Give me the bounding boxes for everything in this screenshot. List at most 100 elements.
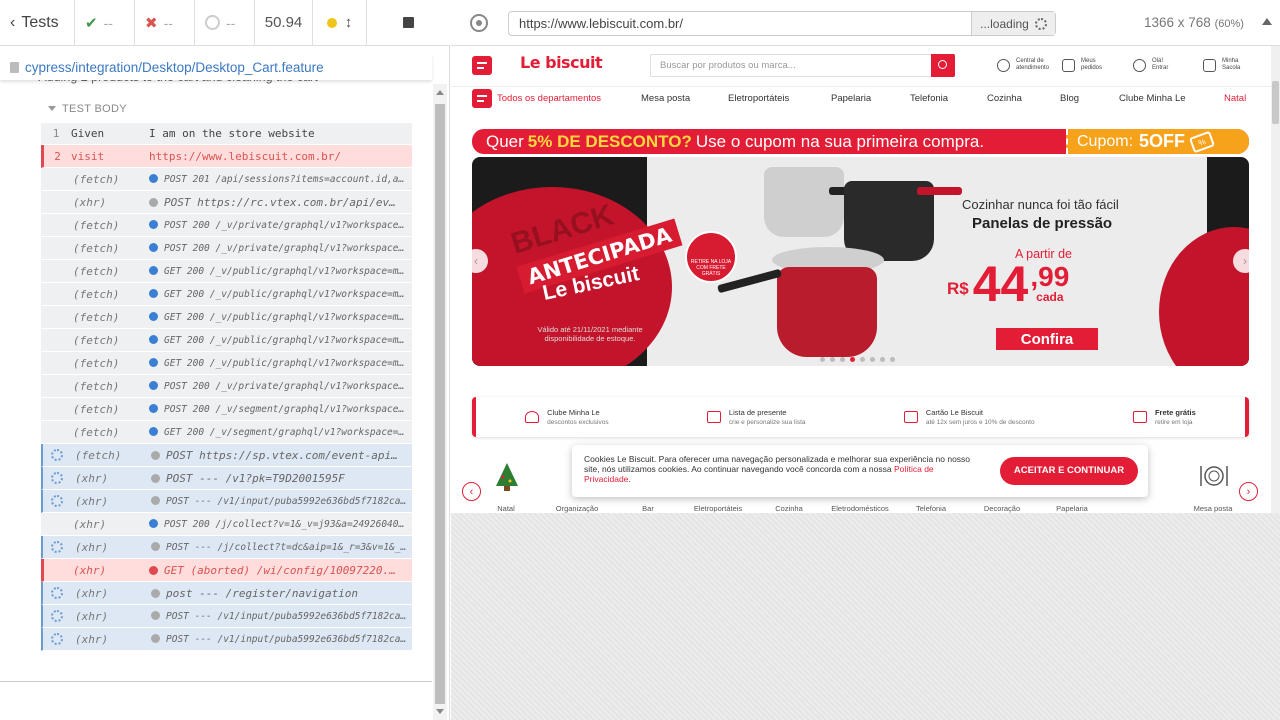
- resize-arrows-icon[interactable]: ↕: [345, 14, 353, 31]
- status-dot-icon: [149, 197, 158, 207]
- command-row[interactable]: 1 Given I am on the store website: [41, 123, 412, 145]
- dining-icon[interactable]: [1199, 462, 1228, 490]
- departments-menu-icon[interactable]: [472, 89, 492, 108]
- category-natal[interactable]: Natal: [476, 504, 536, 513]
- site-scrollbar-thumb[interactable]: [1272, 81, 1279, 124]
- nav-telefonia[interactable]: Telefonia: [910, 93, 948, 104]
- benefit-clube[interactable]: Clube Minha Le descontos exclusivos: [525, 408, 609, 427]
- orders-link[interactable]: Meus pedidos: [1062, 58, 1102, 72]
- carousel-dot[interactable]: [830, 357, 835, 362]
- command-row[interactable]: (xhr) POST 200 /j/collect?v=1&_v=j93&a=24…: [41, 513, 412, 536]
- command-row[interactable]: (fetch) POST 200 /_v/segment/graphql/v1?w…: [41, 398, 412, 421]
- command-row[interactable]: (xhr) POST --- /j/collect?t=dc&aip=1&_r=3…: [41, 536, 412, 559]
- nav-blog[interactable]: Blog: [1060, 93, 1079, 104]
- categories-prev-icon[interactable]: ‹: [462, 482, 481, 501]
- url-bar[interactable]: https://www.lebiscuit.com.br/ ...loading: [508, 11, 1056, 36]
- scrollbar-thumb[interactable]: [435, 104, 445, 704]
- benefit-gift-list[interactable]: Lista de presente crie e personalize sua …: [706, 408, 806, 427]
- command-row[interactable]: 2 visit https://www.lebiscuit.com.br/: [41, 145, 412, 168]
- category-mesa-posta[interactable]: Mesa posta: [1183, 504, 1243, 513]
- site-logo[interactable]: Le biscuit: [520, 53, 603, 72]
- command-row[interactable]: (fetch) GET 200 /_v/public/graphql/v1?wor…: [41, 306, 412, 329]
- category-papelaria[interactable]: Papelaria: [1042, 504, 1102, 513]
- command-name: (xhr): [75, 586, 109, 600]
- viewport-size[interactable]: 1366 x 768 (60%): [1144, 15, 1244, 30]
- nav-all-departments[interactable]: Todos os departamentos: [497, 93, 601, 104]
- heart-icon: [525, 411, 540, 423]
- tests-button[interactable]: ‹ Tests: [0, 0, 75, 46]
- hero-banner[interactable]: BLACK ANTECIPADA Le biscuit Válido até 2…: [472, 157, 1249, 366]
- command-row[interactable]: (fetch) POST 200 /_v/private/graphql/v1?w…: [41, 375, 412, 398]
- carousel-dot[interactable]: [840, 357, 845, 362]
- command-message-text: POST --- /v1/input/puba5992e636bd5f7182c…: [166, 495, 407, 507]
- command-row[interactable]: (xhr) POST --- /v1/input/puba5992e636bd5f…: [41, 605, 412, 628]
- benefit-free-shipping[interactable]: Frete grátis retire em loja: [1132, 408, 1196, 427]
- selector-playground-icon[interactable]: [470, 14, 488, 32]
- category-eletroportateis[interactable]: Eletroportáteis: [688, 504, 748, 513]
- command-row[interactable]: (xhr) POST --- /v1?pk=T9D2001595F: [41, 467, 412, 490]
- viewport-scale: (60%): [1214, 18, 1244, 30]
- nav-mesa-posta[interactable]: Mesa posta: [641, 93, 690, 104]
- test-body-toggle[interactable]: TEST BODY: [48, 103, 127, 115]
- spec-path[interactable]: cypress/integration/Desktop/Desktop_Cart…: [25, 60, 324, 75]
- command-message-text: POST --- /v1?pk=T9D2001595F: [166, 471, 345, 485]
- command-row[interactable]: (fetch) GET 200 /_v/public/graphql/v1?wor…: [41, 329, 412, 352]
- command-row[interactable]: (fetch) POST 201 /api/sessions?items=acco…: [41, 168, 412, 191]
- command-row[interactable]: (xhr) POST https://rc.vtex.com.br/api/ev…: [41, 191, 412, 214]
- command-row[interactable]: (xhr) POST --- /v1/input/puba5992e636bd5f…: [41, 490, 412, 513]
- carousel-dot[interactable]: [880, 357, 885, 362]
- run-status-controls[interactable]: ↕: [313, 0, 367, 46]
- search-input[interactable]: Buscar por produtos ou marca...: [650, 54, 955, 77]
- benefit-card[interactable]: Cartão Le Biscuit até 12x sem juros e 10%…: [903, 408, 1035, 427]
- site-scrollbar[interactable]: [1271, 46, 1280, 513]
- bag-link[interactable]: Minha Sacola: [1203, 58, 1240, 72]
- christmas-tree-icon[interactable]: [493, 462, 521, 491]
- nav-eletroportateis[interactable]: Eletroportáteis: [728, 93, 789, 104]
- command-row[interactable]: (fetch) GET 200 /_v/segment/graphql/v1?wo…: [41, 421, 412, 444]
- promo-bar[interactable]: Quer 5% DE DESCONTO? Use o cupom na sua …: [472, 129, 1249, 154]
- carousel-dot[interactable]: [870, 357, 875, 362]
- banner-cta-button[interactable]: Confira: [996, 328, 1098, 350]
- command-row[interactable]: (fetch) POST 200 /_v/private/graphql/v1?w…: [41, 214, 412, 237]
- runner-scrollbar[interactable]: [433, 84, 447, 720]
- stop-button[interactable]: [367, 0, 450, 46]
- command-number: 2: [54, 149, 61, 163]
- command-row[interactable]: (fetch) GET 200 /_v/public/graphql/v1?wor…: [41, 352, 412, 375]
- search-button[interactable]: [931, 54, 955, 77]
- menu-icon[interactable]: [472, 56, 492, 75]
- caret-up-icon[interactable]: [1262, 18, 1272, 25]
- command-row[interactable]: (fetch) GET 200 /_v/public/graphql/v1?wor…: [41, 283, 412, 306]
- categories-next-icon[interactable]: ›: [1239, 482, 1258, 501]
- command-name: (xhr): [75, 632, 109, 646]
- login-link[interactable]: Olá! Entrar: [1133, 58, 1168, 72]
- carousel-dot[interactable]: [860, 357, 865, 362]
- category-cozinha[interactable]: Cozinha: [759, 504, 819, 513]
- scroll-down-icon[interactable]: [436, 709, 444, 714]
- command-row[interactable]: (xhr) post --- /register/navigation: [41, 582, 412, 605]
- carousel-dots: [820, 357, 895, 362]
- command-name: (fetch): [73, 172, 120, 186]
- carousel-dot[interactable]: [820, 357, 825, 362]
- scroll-up-icon[interactable]: [436, 90, 444, 95]
- nav-clube[interactable]: Clube Minha Le: [1119, 93, 1186, 104]
- command-row[interactable]: (fetch) POST https://sp.vtex.com/event-ap…: [41, 444, 412, 467]
- category-decoracao[interactable]: Decoração: [972, 504, 1032, 513]
- category-organizacao[interactable]: Organização: [547, 504, 607, 513]
- nav-papelaria[interactable]: Papelaria: [831, 93, 871, 104]
- nav-cozinha[interactable]: Cozinha: [987, 93, 1022, 104]
- nav-natal[interactable]: Natal: [1224, 93, 1246, 104]
- customer-service-link[interactable]: Central de atendimento: [997, 58, 1049, 72]
- command-row[interactable]: (xhr) POST --- /v1/input/puba5992e636bd5f…: [41, 628, 412, 651]
- carousel-dot-active[interactable]: [850, 357, 855, 362]
- command-row[interactable]: (fetch) GET 200 /_v/public/graphql/v1?wor…: [41, 260, 412, 283]
- category-bar[interactable]: Bar: [618, 504, 678, 513]
- accept-cookies-button[interactable]: ACEITAR E CONTINUAR: [1000, 457, 1138, 485]
- category-telefonia[interactable]: Telefonia: [901, 504, 961, 513]
- carousel-dot[interactable]: [890, 357, 895, 362]
- command-message: POST --- /v1/input/puba5992e636bd5f7182c…: [151, 633, 412, 645]
- category-eletrodomesticos[interactable]: Eletrodomésticos: [830, 504, 890, 513]
- status-dot-icon: [151, 541, 160, 551]
- spec-file-link[interactable]: cypress/integration/Desktop/Desktop_Cart…: [0, 54, 432, 80]
- command-row[interactable]: (fetch) POST 200 /_v/private/graphql/v1?w…: [41, 237, 412, 260]
- command-row[interactable]: (xhr) GET (aborted) /wi/config/10097220.…: [41, 559, 412, 582]
